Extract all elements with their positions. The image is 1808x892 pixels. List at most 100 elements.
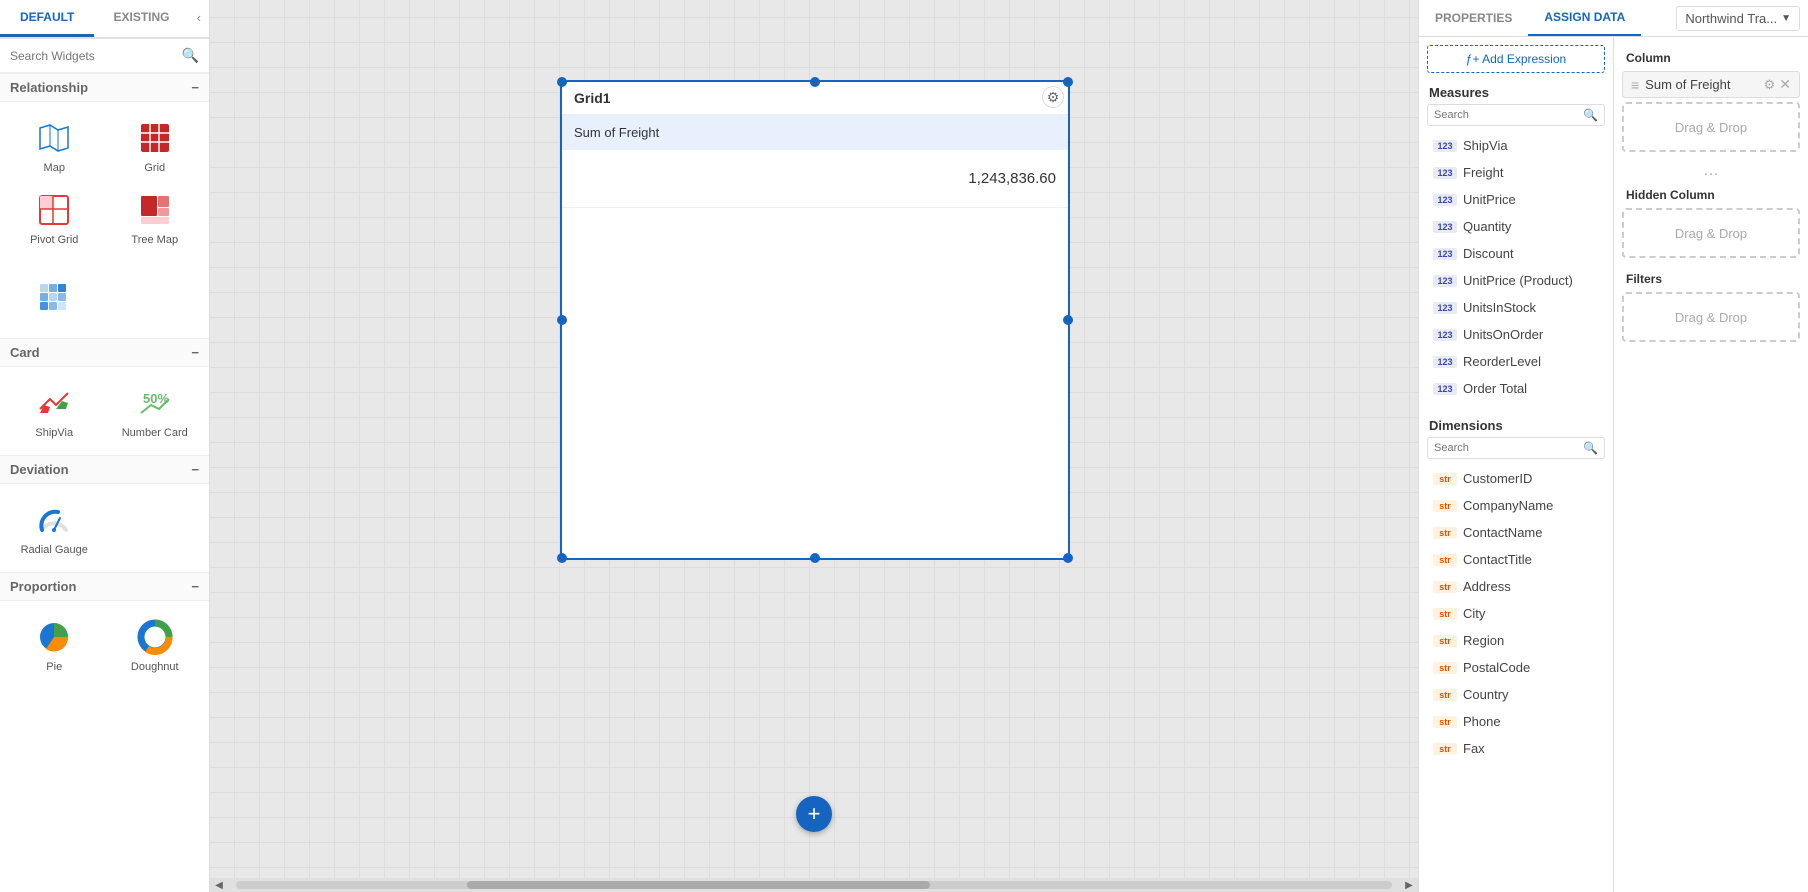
add-expression-button[interactable]: ƒ+ Add Expression	[1427, 45, 1605, 73]
type-badge-address: str	[1433, 581, 1457, 593]
widget-column-header: Sum of Freight	[562, 115, 1068, 150]
collapse-icon-proportion[interactable]: −	[191, 579, 199, 594]
doughnut-icon	[135, 617, 175, 657]
type-badge-order-total: 123	[1433, 383, 1457, 395]
canvas-area: Grid1 Sum of Freight 1,243,836.60 ⚙ + ◀ …	[210, 0, 1418, 892]
dim-address[interactable]: str Address	[1423, 574, 1609, 599]
measure-shipvia[interactable]: 123 ShipVia	[1423, 133, 1609, 158]
type-badge-discount: 123	[1433, 248, 1457, 260]
handle-mid-left[interactable]	[557, 315, 567, 325]
search-icon: 🔍	[182, 47, 199, 64]
measure-order-total[interactable]: 123 Order Total	[1423, 376, 1609, 401]
tree-map-label: Tree Map	[131, 234, 178, 246]
filters-drop-zone[interactable]: Drag & Drop	[1622, 292, 1800, 342]
type-badge-contacttitle: str	[1433, 554, 1457, 566]
widget-grid[interactable]: Grid	[105, 110, 206, 182]
dim-companyname[interactable]: str CompanyName	[1423, 493, 1609, 518]
add-widget-button[interactable]: +	[796, 796, 832, 832]
widget-gear-icon[interactable]: ⚙	[1042, 86, 1064, 108]
hidden-column-section-title: Hidden Column	[1622, 182, 1800, 208]
handle-bot-right[interactable]	[1063, 553, 1073, 563]
dim-fax[interactable]: str Fax	[1423, 736, 1609, 761]
handle-top-center[interactable]	[810, 77, 820, 87]
kpi-card-icon	[34, 383, 74, 423]
widget-map[interactable]: Map	[4, 110, 105, 182]
doughnut-label: Doughnut	[131, 661, 179, 673]
right-panel-body: ƒ+ Add Expression Measures 🔍 123 ShipVia…	[1419, 37, 1808, 892]
widget-pivot-grid[interactable]: Pivot Grid	[4, 182, 105, 254]
dim-region[interactable]: str Region	[1423, 628, 1609, 653]
data-panel: ƒ+ Add Expression Measures 🔍 123 ShipVia…	[1419, 37, 1614, 892]
widget-pie[interactable]: Pie	[4, 609, 105, 681]
card-widgets: ShipVia 50% Number Card	[0, 367, 209, 455]
widget-value: 1,243,836.60	[562, 150, 1068, 208]
measure-unitsonorder[interactable]: 123 UnitsOnOrder	[1423, 322, 1609, 347]
dim-city[interactable]: str City	[1423, 601, 1609, 626]
handle-mid-right[interactable]	[1063, 315, 1073, 325]
measure-unitsinstock[interactable]: 123 UnitsInStock	[1423, 295, 1609, 320]
section-deviation: Deviation −	[0, 455, 209, 484]
type-badge-region: str	[1433, 635, 1457, 647]
type-badge-unitsonorder: 123	[1433, 329, 1457, 341]
left-sidebar: DEFAULT EXISTING ‹ 🔍 Relationship − Map	[0, 0, 210, 892]
type-badge-freight: 123	[1433, 167, 1457, 179]
column-drop-zone[interactable]: Drag & Drop	[1622, 102, 1800, 152]
number-card-icon: 50%	[135, 383, 175, 423]
dim-customerid[interactable]: str CustomerID	[1423, 466, 1609, 491]
right-panel: PROPERTIES ASSIGN DATA Northwind Tra... …	[1418, 0, 1808, 892]
dim-country[interactable]: str Country	[1423, 682, 1609, 707]
measure-discount[interactable]: 123 Discount	[1423, 241, 1609, 266]
dim-postalcode[interactable]: str PostalCode	[1423, 655, 1609, 680]
proportion-widgets: Pie Doughnut	[0, 601, 209, 689]
handle-top-left[interactable]	[557, 77, 567, 87]
type-badge-phone: str	[1433, 716, 1457, 728]
pie-icon	[34, 617, 74, 657]
scroll-thumb[interactable]	[467, 881, 929, 889]
column-section-title: Column	[1622, 45, 1800, 71]
handle-bot-center[interactable]	[810, 553, 820, 563]
widget-doughnut[interactable]: Doughnut	[105, 609, 206, 681]
handle-bot-left[interactable]	[557, 553, 567, 563]
type-badge-customerid: str	[1433, 473, 1457, 485]
dimensions-search-input[interactable]	[1434, 442, 1583, 454]
collapse-icon-deviation[interactable]: −	[191, 462, 199, 477]
scroll-left[interactable]: ◀	[210, 878, 228, 892]
type-badge-contactname: str	[1433, 527, 1457, 539]
tab-existing[interactable]: EXISTING	[94, 0, 188, 37]
dim-contacttitle[interactable]: str ContactTitle	[1423, 547, 1609, 572]
tag-gear-icon[interactable]: ⚙	[1764, 77, 1776, 93]
tab-assign-data[interactable]: ASSIGN DATA	[1528, 0, 1641, 36]
widget-number-card[interactable]: 50% Number Card	[105, 375, 206, 447]
measures-search: 🔍	[1427, 104, 1605, 126]
dim-phone[interactable]: str Phone	[1423, 709, 1609, 734]
tab-properties[interactable]: PROPERTIES	[1419, 1, 1528, 35]
measures-search-input[interactable]	[1434, 109, 1583, 121]
tag-close-icon[interactable]: ✕	[1779, 76, 1791, 93]
widget-heat-map[interactable]	[4, 270, 105, 330]
collapse-icon[interactable]: −	[191, 80, 199, 95]
measure-reorderlevel[interactable]: 123 ReorderLevel	[1423, 349, 1609, 374]
hidden-column-drop-zone[interactable]: Drag & Drop	[1622, 208, 1800, 258]
map-label: Map	[44, 162, 65, 174]
tab-default[interactable]: DEFAULT	[0, 0, 94, 37]
column-panel: Column ≡ Sum of Freight ⚙ ✕ Drag & Drop …	[1614, 37, 1808, 892]
column-tag-sum-of-freight: ≡ Sum of Freight ⚙ ✕	[1622, 71, 1800, 98]
column-more-icon[interactable]: …	[1622, 160, 1800, 182]
measure-freight[interactable]: 123 Freight	[1423, 160, 1609, 185]
dim-contactname[interactable]: str ContactName	[1423, 520, 1609, 545]
widget-tree-map[interactable]: Tree Map	[105, 182, 206, 254]
search-input[interactable]	[10, 49, 182, 63]
handle-top-right[interactable]	[1063, 77, 1073, 87]
measure-quantity[interactable]: 123 Quantity	[1423, 214, 1609, 239]
collapse-arrow[interactable]: ‹	[189, 0, 209, 37]
scroll-right[interactable]: ▶	[1400, 878, 1418, 892]
map-icon	[34, 118, 74, 158]
measure-unitprice[interactable]: 123 UnitPrice	[1423, 187, 1609, 212]
type-badge-unitprice-product: 123	[1433, 275, 1457, 287]
datasource-select[interactable]: Northwind Tra... ▼	[1676, 6, 1800, 31]
scroll-track[interactable]	[236, 881, 1392, 889]
widget-kpi-card[interactable]: ShipVia	[4, 375, 105, 447]
collapse-icon-card[interactable]: −	[191, 345, 199, 360]
widget-radial-gauge[interactable]: Radial Gauge	[4, 492, 105, 564]
measure-unitprice-product[interactable]: 123 UnitPrice (Product)	[1423, 268, 1609, 293]
